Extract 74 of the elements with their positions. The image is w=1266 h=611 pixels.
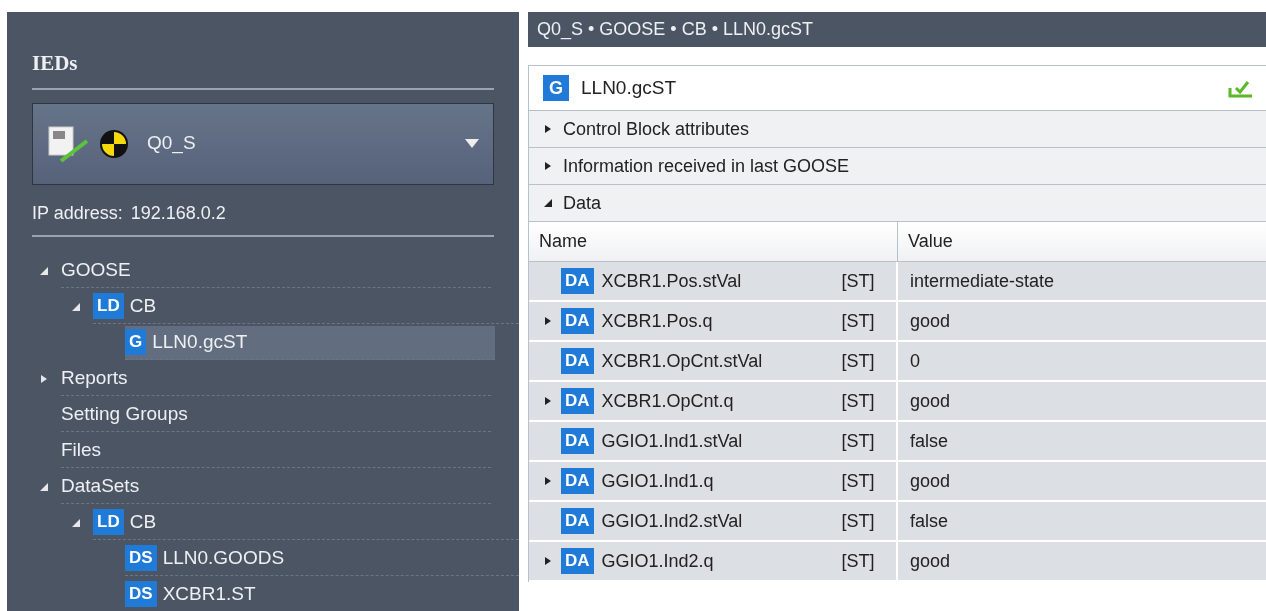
collapse-arrow-icon[interactable] xyxy=(71,301,81,312)
table-cell-text: GGIO1.Ind1.q xyxy=(601,469,715,493)
expand-arrow-icon[interactable] xyxy=(543,161,553,171)
type-badge: DA xyxy=(561,548,594,574)
table-cell-text: [ST] xyxy=(841,469,875,493)
column-header[interactable]: Value xyxy=(898,222,1266,261)
tree-item[interactable]: LD CB xyxy=(93,289,519,324)
table-cell-text: XCBR1.OpCnt.stVal xyxy=(601,349,764,373)
panel-title: IEDs xyxy=(32,48,494,90)
test-mode-icon xyxy=(99,128,129,159)
type-badge: DA xyxy=(561,268,594,294)
section-header[interactable]: Control Block attributes xyxy=(563,115,750,143)
table-cell-text: good xyxy=(910,389,951,413)
table-cell-text: [ST] xyxy=(841,549,875,573)
column-header[interactable]: Name xyxy=(529,222,898,261)
expand-arrow-icon[interactable] xyxy=(543,316,553,326)
type-badge: DA xyxy=(561,308,594,334)
table-cell-text: XCBR1.Pos.stVal xyxy=(601,269,743,293)
section-header[interactable]: Data xyxy=(563,189,602,217)
type-badge: DA xyxy=(561,468,594,494)
table-cell-text: GGIO1.Ind2.q xyxy=(601,549,715,573)
collapse-arrow-icon[interactable] xyxy=(71,517,81,528)
breadcrumb-bar: Q0_S • GOOSE • CB • LLN0.gcST xyxy=(528,12,1266,47)
expand-arrow-icon[interactable] xyxy=(543,556,553,566)
table-cell-text: good xyxy=(910,469,951,493)
expand-arrow-icon[interactable] xyxy=(543,124,553,134)
card-title: LLN0.gcST xyxy=(581,75,678,100)
ip-label: IP address: xyxy=(32,201,123,225)
type-badge: LD xyxy=(93,293,124,319)
type-badge: DS xyxy=(125,545,157,571)
tree-item[interactable]: Reports xyxy=(61,361,491,396)
collapse-arrow-icon[interactable] xyxy=(543,198,553,208)
table-cell-text: false xyxy=(910,429,949,453)
device-dropdown[interactable]: Q0_S xyxy=(32,102,494,185)
collapse-arrow-icon[interactable] xyxy=(39,265,49,276)
type-badge: LD xyxy=(93,509,124,535)
dropdown-caret-icon xyxy=(465,139,479,148)
table-cell-text: false xyxy=(910,509,949,533)
table-cell-text: good xyxy=(910,309,951,333)
expand-arrow-icon[interactable] xyxy=(39,373,49,384)
tree-item[interactable]: G LLN0.gcST xyxy=(125,325,495,360)
check-icon xyxy=(1228,78,1252,98)
table-cell-text: [ST] xyxy=(841,269,875,293)
collapse-arrow-icon[interactable] xyxy=(39,481,49,492)
type-badge: DA xyxy=(561,388,594,414)
tree-item[interactable]: Files xyxy=(61,433,491,468)
table-cell-text: [ST] xyxy=(841,509,875,533)
expand-arrow-icon[interactable] xyxy=(543,476,553,486)
type-badge: G xyxy=(125,329,147,355)
type-badge: DA xyxy=(561,508,594,534)
table-cell-text: [ST] xyxy=(841,349,875,373)
table-cell-text: good xyxy=(910,549,951,573)
expand-arrow-icon[interactable] xyxy=(543,396,553,406)
table-cell-text: [ST] xyxy=(841,309,875,333)
ip-value: 192.168.0.2 xyxy=(130,201,226,225)
tree-item[interactable]: GOOSE xyxy=(61,253,491,288)
type-badge: G xyxy=(543,75,569,101)
type-badge: DA xyxy=(561,348,594,374)
table-cell-text: XCBR1.Pos.q xyxy=(601,309,714,333)
type-badge: DS xyxy=(125,581,157,607)
tree-item[interactable]: DS XCBR1.ST xyxy=(125,577,519,611)
table-cell-text: GGIO1.Ind2.stVal xyxy=(601,509,744,533)
table-cell-text: [ST] xyxy=(841,429,875,453)
table-cell-text: [ST] xyxy=(841,389,875,413)
device-name: Q0_S xyxy=(147,131,197,156)
tree-item[interactable]: Setting Groups xyxy=(61,397,491,432)
table-cell-text: intermediate-state xyxy=(910,269,1055,293)
tree-item[interactable]: DS LLN0.GOODS xyxy=(125,541,519,576)
tree-item[interactable]: LD CB xyxy=(93,505,519,540)
table-cell-text: XCBR1.OpCnt.q xyxy=(601,389,735,413)
table-cell-text: 0 xyxy=(910,349,920,373)
tree-item[interactable]: DataSets xyxy=(61,469,491,504)
table-cell-text: GGIO1.Ind1.stVal xyxy=(601,429,744,453)
type-badge: DA xyxy=(561,428,594,454)
